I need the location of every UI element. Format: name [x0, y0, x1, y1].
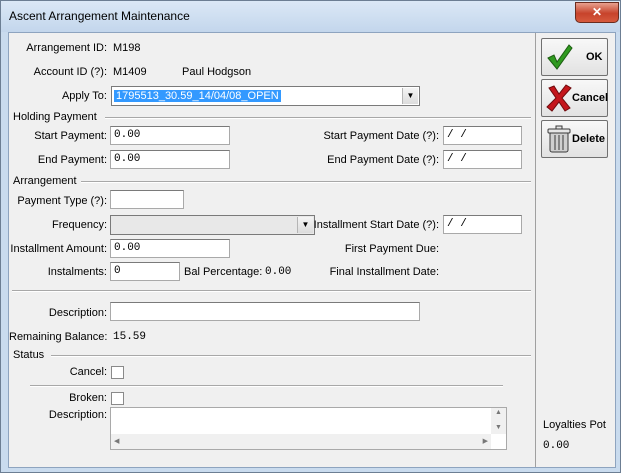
bal-percentage-value: 0.00 — [265, 266, 292, 278]
main-panel: Arrangement ID: M198 Account ID (?): M14… — [9, 33, 536, 467]
installment-amount-label: Installment Amount: — [10, 243, 107, 255]
status-divider — [51, 355, 531, 357]
scroll-right-icon[interactable]: ▶ — [483, 437, 488, 445]
arrangement-divider — [81, 181, 531, 183]
payment-type-input[interactable] — [110, 190, 184, 209]
final-installment-date-label: Final Installment Date: — [329, 266, 439, 278]
details-divider — [12, 290, 531, 292]
delete-button[interactable]: Delete — [541, 120, 608, 158]
side-panel: OK Cancel Delete Loyalties Pot 0.00 — [536, 33, 615, 467]
instalments-label: Instalments: — [47, 266, 107, 278]
first-payment-due-label: First Payment Due: — [344, 243, 439, 255]
account-id-value: M1409 — [113, 66, 147, 78]
description-input[interactable] — [110, 302, 420, 321]
loyalties-pot-label: Loyalties Pot — [543, 419, 606, 431]
cancel-checkbox[interactable] — [111, 366, 124, 379]
scroll-up-icon[interactable]: ▲ — [495, 409, 502, 416]
start-payment-label: Start Payment: — [34, 130, 107, 142]
start-payment-date-input[interactable]: / / — [443, 126, 522, 145]
status-description-memo[interactable]: ▲ ▼ ◀ ▶ — [110, 407, 507, 450]
loyalties-pot-value: 0.00 — [543, 440, 570, 452]
end-payment-label: End Payment: — [37, 154, 107, 166]
apply-to-dropdown[interactable]: 1795513_30.59_14/04/08_OPEN ▼ — [111, 86, 420, 106]
frequency-label: Frequency: — [51, 219, 107, 231]
frequency-dropdown[interactable]: ▼ — [110, 215, 315, 235]
start-payment-date-label: Start Payment Date (?): — [323, 130, 439, 142]
holding-payment-divider — [105, 117, 531, 119]
payment-type-label: Payment Type (?): — [17, 195, 107, 207]
start-payment-input[interactable]: 0.00 — [110, 126, 230, 145]
cancel-label: Cancel — [572, 92, 609, 104]
account-name: Paul Hodgson — [182, 66, 252, 78]
close-button[interactable]: ✕ — [575, 2, 619, 23]
apply-to-label: Apply To: — [61, 90, 107, 102]
end-payment-input[interactable]: 0.00 — [110, 150, 230, 169]
cancel-button[interactable]: Cancel — [541, 79, 608, 117]
arrangement-window: Ascent Arrangement Maintenance ✕ Arrange… — [0, 0, 621, 473]
scroll-left-icon[interactable]: ◀ — [114, 437, 119, 445]
status-description-label: Description: — [48, 409, 107, 421]
end-payment-date-label: End Payment Date (?): — [327, 154, 439, 166]
chevron-down-icon[interactable]: ▼ — [402, 88, 418, 104]
instalments-input[interactable]: 0 — [110, 262, 180, 281]
status-title: Status — [12, 349, 46, 361]
broken-checkbox[interactable] — [111, 392, 124, 405]
remaining-balance-label: Remaining Balance: — [9, 331, 108, 343]
arrangement-id-value: M198 — [113, 42, 141, 54]
bal-percentage-label: Bal Percentage: — [184, 266, 263, 278]
green-checkmark-icon — [547, 44, 573, 70]
memo-vertical-scrollbar[interactable]: ▲ ▼ — [491, 408, 506, 434]
installment-amount-input[interactable]: 0.00 — [110, 239, 230, 258]
trash-can-icon — [547, 125, 571, 153]
title-bar[interactable]: Ascent Arrangement Maintenance ✕ — [1, 1, 620, 32]
cancel-status-label: Cancel: — [69, 366, 107, 378]
apply-to-selected-value: 1795513_30.59_14/04/08_OPEN — [114, 90, 281, 102]
scroll-down-icon[interactable]: ▼ — [495, 424, 502, 431]
description-label: Description: — [48, 307, 107, 319]
ok-label: OK — [586, 51, 603, 63]
memo-horizontal-scrollbar[interactable]: ◀ ▶ — [111, 434, 491, 449]
status-inner-divider — [30, 385, 503, 387]
installment-start-date-label: Installment Start Date (?): — [313, 219, 439, 231]
installment-start-date-input[interactable]: / / — [443, 215, 522, 234]
delete-label: Delete — [572, 133, 606, 145]
broken-status-label: Broken: — [69, 392, 107, 404]
ok-button[interactable]: OK — [541, 38, 608, 76]
remaining-balance-value: 15.59 — [113, 331, 147, 343]
window-title: Ascent Arrangement Maintenance — [9, 9, 190, 23]
arrangement-title: Arrangement — [12, 175, 78, 187]
dialog-client: Arrangement ID: M198 Account ID (?): M14… — [8, 32, 616, 468]
account-id-label: Account ID (?): — [33, 66, 107, 78]
arrangement-id-label: Arrangement ID: — [26, 42, 107, 54]
holding-payment-title: Holding Payment — [12, 111, 98, 123]
end-payment-date-input[interactable]: / / — [443, 150, 522, 169]
red-x-icon — [546, 84, 572, 112]
